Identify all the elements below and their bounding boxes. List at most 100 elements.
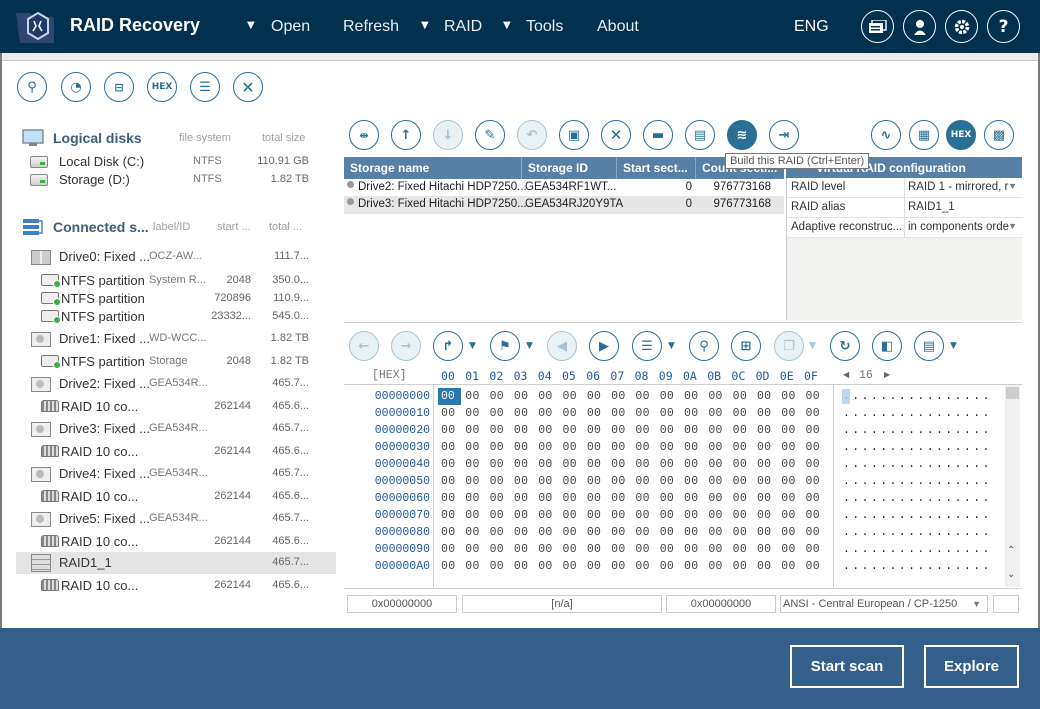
ascii-row[interactable]: ................ bbox=[843, 475, 992, 488]
select-block-button[interactable]: ⊞ bbox=[731, 331, 761, 361]
raid-level-row[interactable]: RAID level RAID 1 - mirrored, r ▼ bbox=[787, 178, 1023, 198]
ascii-row[interactable]: ................ bbox=[843, 526, 992, 539]
back-button[interactable]: ← bbox=[349, 331, 379, 361]
raid-alias-input[interactable]: RAID1_1 bbox=[904, 198, 1023, 218]
goto-button[interactable]: ↱ bbox=[433, 331, 463, 361]
bookmark-dropdown-arrow[interactable]: ▼ bbox=[526, 341, 533, 351]
storage-tree-item[interactable]: RAID 10 co... 262144 465.6... bbox=[16, 396, 336, 418]
adaptive-reconstruction-row[interactable]: Adaptive reconstruc... in components ord… bbox=[787, 218, 1023, 238]
copy-button[interactable]: ❐ bbox=[774, 331, 804, 361]
help-icon[interactable]: ? bbox=[987, 10, 1020, 43]
open-dropdown-arrow[interactable]: ▼ bbox=[247, 20, 255, 31]
storage-row[interactable]: Drive3: Fixed Hitachi HDP7250... GEA534R… bbox=[344, 196, 784, 214]
prev-bookmark-button[interactable]: ◀ bbox=[547, 331, 577, 361]
ascii-row[interactable]: ................ bbox=[843, 543, 992, 556]
forward-button[interactable]: → bbox=[391, 331, 421, 361]
storage-tree-item[interactable]: RAID 10 co... 262144 465.6... bbox=[16, 486, 336, 508]
encoding-select[interactable]: ANSI - Central European / CP-1250 ▼ bbox=[780, 595, 988, 613]
storage-tree-item[interactable]: Drive1: Fixed ... WD-WCC... 1.82 TB bbox=[16, 328, 336, 350]
hex-bytes-row[interactable]: 00 00 00 00 00 00 00 00 00 00 00 00 00 0… bbox=[441, 441, 820, 454]
increase-width-arrow[interactable]: ▶ bbox=[884, 370, 890, 379]
open-folder-button[interactable]: ▬ bbox=[643, 120, 673, 150]
scroll-up-icon[interactable]: ⌃ bbox=[1007, 545, 1015, 556]
menu-about[interactable]: About bbox=[597, 18, 639, 36]
ascii-row[interactable]: ................ bbox=[843, 560, 992, 573]
hex-bytes-row[interactable]: 00 00 00 00 00 00 00 00 00 00 00 00 00 0… bbox=[441, 458, 820, 471]
hex-bytes-row[interactable]: 00 00 00 00 00 00 00 00 00 00 00 00 00 0… bbox=[441, 407, 820, 420]
grid-map-button[interactable]: ▦ bbox=[909, 120, 939, 150]
adaptive-reconstruction-value[interactable]: in components orde bbox=[904, 218, 1023, 238]
start-scan-button[interactable]: Start scan bbox=[790, 645, 904, 688]
decrease-width-arrow[interactable]: ◀ bbox=[843, 370, 849, 379]
storage-tree-item[interactable]: RAID 10 co... 262144 465.6... bbox=[16, 531, 336, 553]
menu-tools[interactable]: Tools bbox=[526, 18, 563, 36]
move-up-button[interactable]: ↑ bbox=[391, 120, 421, 150]
hex-bytes-row[interactable]: 00 00 00 00 00 00 00 00 00 00 00 00 00 0… bbox=[441, 509, 820, 522]
tiles-button[interactable]: ▩ bbox=[984, 120, 1014, 150]
user-icon[interactable] bbox=[903, 10, 936, 43]
ascii-row[interactable]: ................ bbox=[843, 509, 992, 522]
structure-dropdown-arrow[interactable]: ▼ bbox=[668, 341, 675, 351]
bookmark-button[interactable]: ⚑ bbox=[490, 331, 520, 361]
hex-bytes-row[interactable]: 00 00 00 00 00 00 00 00 00 00 00 00 00 0… bbox=[441, 543, 820, 556]
goto-dropdown-arrow[interactable]: ▼ bbox=[469, 341, 476, 351]
storage-tree-item[interactable]: Drive3: Fixed ... GEA534R... 465.7... bbox=[16, 418, 336, 440]
export-button[interactable]: ⇥ bbox=[769, 120, 799, 150]
hex-view-button[interactable]: HEX bbox=[946, 120, 976, 150]
raid-dropdown-arrow[interactable]: ▼ bbox=[421, 20, 429, 31]
save-button[interactable]: ▤ bbox=[685, 120, 715, 150]
save-data-button[interactable]: ▤ bbox=[914, 331, 944, 361]
storage-tree-item[interactable]: Drive5: Fixed ... GEA534R... 465.7... bbox=[16, 508, 336, 530]
scrollbar-thumb[interactable] bbox=[1006, 387, 1019, 399]
ascii-row[interactable]: ................ bbox=[843, 390, 992, 403]
ascii-row[interactable]: ................ bbox=[843, 407, 992, 420]
remove-button[interactable]: ✕ bbox=[601, 120, 631, 150]
menu-refresh[interactable]: Refresh bbox=[343, 18, 399, 36]
add-component-button[interactable]: ⇹ bbox=[349, 120, 379, 150]
storage-tree-item[interactable]: RAID 10 co... 262144 465.6... bbox=[16, 575, 336, 597]
move-down-button[interactable]: ↓ bbox=[433, 120, 463, 150]
storage-tree-item[interactable]: NTFS partition Storage 2048 1.82 TB bbox=[16, 351, 336, 373]
storage-row[interactable]: Drive2: Fixed Hitachi HDP7250... GEA534R… bbox=[344, 179, 784, 197]
save-dropdown-arrow[interactable]: ▼ bbox=[950, 341, 957, 351]
scroll-down-icon[interactable]: ⌄ bbox=[1007, 569, 1015, 580]
col-storage-id[interactable]: Storage ID bbox=[528, 161, 588, 175]
hex-scrollbar[interactable]: ⌃ ⌄ bbox=[1005, 385, 1020, 587]
menu-raid[interactable]: RAID bbox=[444, 18, 482, 36]
chevron-down-icon[interactable]: ▼ bbox=[1008, 181, 1017, 191]
storage-tree-item[interactable]: RAID 10 co... 262144 465.6... bbox=[16, 441, 336, 463]
panel-toggle-button[interactable]: ◧ bbox=[872, 331, 902, 361]
settings-icon[interactable] bbox=[945, 10, 978, 43]
partition-search-button[interactable]: ◔ bbox=[61, 72, 91, 102]
storage-tree-item[interactable]: Drive0: Fixed ... OCZ-AW... 111.7... bbox=[16, 246, 336, 268]
logical-disk-item[interactable]: Local Disk (C:) NTFS 110.91 GB bbox=[16, 153, 336, 171]
hex-bytes-row[interactable]: 00 00 00 00 00 00 00 00 00 00 00 00 00 0… bbox=[441, 492, 820, 505]
ascii-row[interactable]: ................ bbox=[843, 458, 992, 471]
waveform-button[interactable]: ∿ bbox=[871, 120, 901, 150]
chevron-down-icon[interactable]: ▼ bbox=[1008, 221, 1017, 231]
storage-tree-item[interactable]: Drive4: Fixed ... GEA534R... 465.7... bbox=[16, 463, 336, 485]
storage-tree-item[interactable]: Drive2: Fixed ... GEA534R... 465.7... bbox=[16, 373, 336, 395]
storage-tree-item[interactable]: RAID1_1 465.7... bbox=[16, 552, 336, 574]
hex-bytes-row[interactable]: 00 00 00 00 00 00 00 00 00 00 00 00 00 0… bbox=[441, 526, 820, 539]
chevron-down-icon[interactable]: ▼ bbox=[972, 599, 981, 609]
logical-disk-item[interactable]: Storage (D:) NTFS 1.82 TB bbox=[16, 171, 336, 189]
hex-bytes-row[interactable]: 00 00 00 00 00 00 00 00 00 00 00 00 00 0… bbox=[441, 390, 820, 403]
search-button[interactable]: ⚲ bbox=[17, 72, 47, 102]
chip-button[interactable]: ▣ bbox=[559, 120, 589, 150]
tools-dropdown-arrow[interactable]: ▼ bbox=[503, 20, 511, 31]
col-start-sector[interactable]: Start sect... bbox=[623, 161, 688, 175]
reload-button[interactable]: ↻ bbox=[830, 331, 860, 361]
menu-open[interactable]: Open bbox=[271, 18, 310, 36]
raid-level-value[interactable]: RAID 1 - mirrored, r bbox=[904, 178, 1023, 198]
undo-button[interactable]: ↶ bbox=[517, 120, 547, 150]
raid-alias-row[interactable]: RAID alias RAID1_1 bbox=[787, 198, 1023, 218]
hex-bytes-row[interactable]: 00 00 00 00 00 00 00 00 00 00 00 00 00 0… bbox=[441, 475, 820, 488]
selected-byte[interactable]: 00 bbox=[438, 388, 461, 405]
ascii-row[interactable]: ................ bbox=[843, 441, 992, 454]
language-selector[interactable]: ENG bbox=[794, 18, 829, 36]
next-bookmark-button[interactable]: ▶ bbox=[589, 331, 619, 361]
build-raid-button[interactable]: ≋ bbox=[727, 120, 757, 150]
ascii-row[interactable]: ................ bbox=[843, 492, 992, 505]
hex-button[interactable]: HEX bbox=[147, 72, 177, 102]
